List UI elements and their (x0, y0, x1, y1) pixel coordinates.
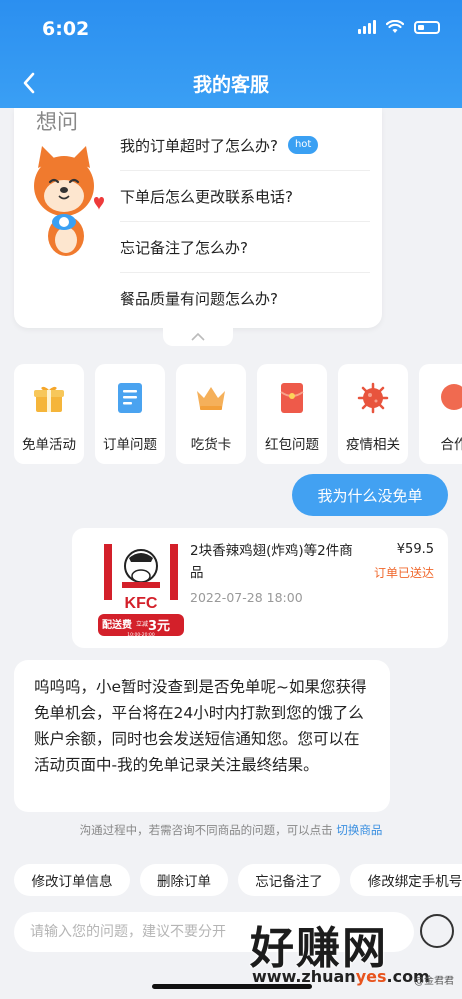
faq-item-label: 下单后怎么更改联系电话? (120, 187, 293, 206)
faq-item[interactable]: 下单后怎么更改联系电话? (120, 171, 370, 222)
promo-note: 立减 (136, 620, 148, 628)
order-time: 2022-07-28 18:00 (190, 590, 303, 605)
status-bar: 6:02 (0, 0, 462, 58)
category-label: 免单活动 (22, 437, 76, 453)
signal-icon (358, 20, 376, 34)
category-label: 红包问题 (265, 437, 319, 453)
gift-icon (34, 386, 64, 412)
bot-message-bubble: 呜呜呜，小e暂时没查到是否免单呢~如果您获得免单机会，平台将在24小时内打款到您… (14, 660, 390, 812)
category-free-order[interactable]: 免单活动 (14, 364, 84, 464)
status-icons (358, 20, 440, 34)
hint-text: 沟通过程中，若需咨询不同商品的问题，可以点击 (79, 823, 333, 837)
switch-product-hint: 沟通过程中，若需咨询不同商品的问题，可以点击 切换商品 (0, 822, 462, 838)
home-indicator[interactable] (152, 984, 312, 989)
crown-icon (197, 387, 225, 410)
kfc-logo-image: KFC 配送费 立减 3元 10:00-20:00 (96, 540, 186, 638)
promo-time: 10:00-20:00 (127, 632, 155, 638)
promo-label: 配送费 (102, 618, 132, 631)
category-epidemic[interactable]: 疫情相关 (338, 364, 408, 464)
quick-reply-button[interactable]: 忘记备注了 (238, 864, 340, 896)
kfc-logo-text: KFC (125, 595, 158, 612)
faq-item[interactable]: 忘记备注了怎么办? (120, 222, 370, 273)
faq-heading: 想问 (36, 110, 78, 134)
page-title: 我的客服 (192, 74, 269, 96)
faq-item-label: 忘记备注了怎么办? (120, 238, 248, 257)
promo-amount: 3元 (148, 619, 170, 634)
collapse-toggle[interactable] (163, 328, 233, 346)
faq-card: 想问 我的订单超时了怎么办? hot 下单后怎么更改联系电话? 忘记备注了怎么办… (14, 108, 382, 328)
faq-list: 我的订单超时了怎么办? hot 下单后怎么更改联系电话? 忘记备注了怎么办? 餐… (120, 120, 370, 324)
hot-badge: hot (287, 136, 319, 154)
faq-item[interactable]: 餐品质量有问题怎么办? (120, 273, 370, 324)
quick-reply-row: 修改订单信息 删除订单 忘记备注了 修改绑定手机号 (14, 864, 462, 896)
nav-bar: 我的客服 (0, 58, 462, 108)
watermark-handle: @金君君 (414, 976, 454, 987)
faq-item[interactable]: 我的订单超时了怎么办? hot (120, 120, 370, 171)
user-message-bubble: 我为什么没免单 (292, 474, 448, 516)
watermark-url-accent: yes (355, 967, 387, 986)
order-status: 订单已送达 (373, 566, 434, 580)
red-envelope-icon (280, 383, 304, 413)
quick-reply-button[interactable]: 修改订单信息 (14, 864, 130, 896)
battery-icon (414, 20, 440, 34)
order-card[interactable]: KFC 配送费 立减 3元 10:00-20:00 2块香辣鸡翅(炸鸡)等2件商… (72, 528, 448, 648)
category-order-issue[interactable]: 订单问题 (95, 364, 165, 464)
category-foodie-card[interactable]: 吃货卡 (176, 364, 246, 464)
order-price: ¥59.5 (396, 542, 434, 557)
category-label: 订单问题 (103, 437, 157, 453)
faq-item-label: 我的订单超时了怎么办? (120, 136, 278, 155)
status-time: 6:02 (42, 18, 90, 40)
category-label: 吃货卡 (190, 437, 232, 453)
order-name: 2块香辣鸡翅(炸鸡)等2件商品 (190, 543, 353, 581)
faq-item-label: 餐品质量有问题怎么办? (120, 290, 278, 308)
switch-product-link[interactable]: 切换商品 (336, 823, 382, 837)
header: 6:02 我的客服 (0, 0, 462, 108)
category-row: 免单活动 订单问题 吃货卡 红包问题 疫情相关 合作 (14, 364, 462, 464)
chevron-up-icon (191, 333, 205, 341)
category-label: 合作 (440, 437, 462, 453)
wifi-icon (386, 20, 404, 33)
category-label: 疫情相关 (346, 437, 400, 453)
chat-icon (441, 384, 462, 410)
virus-icon (357, 382, 389, 414)
quick-reply-button[interactable]: 删除订单 (140, 864, 228, 896)
mascot-illustration (34, 146, 104, 256)
quick-reply-button[interactable]: 修改绑定手机号 (350, 864, 462, 896)
category-cooperation[interactable]: 合作 (419, 364, 462, 464)
document-icon (118, 383, 142, 413)
category-red-envelope[interactable]: 红包问题 (257, 364, 327, 464)
